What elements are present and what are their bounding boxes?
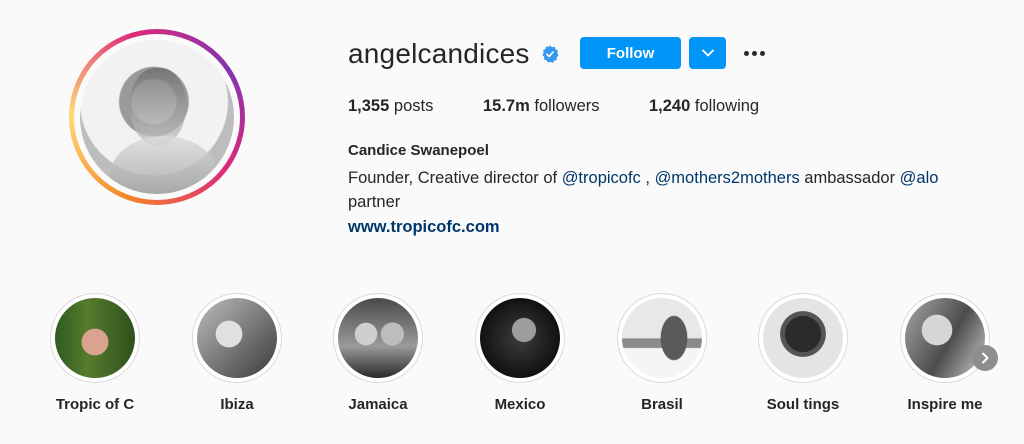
avatar-gap <box>74 34 240 200</box>
highlight-cover-image <box>905 298 985 378</box>
profile-full-name: Candice Swanepoel <box>348 142 489 159</box>
bio-text: Founder, Creative director of <box>348 169 562 187</box>
highlight-mexico[interactable]: Mexico <box>470 293 570 413</box>
profile-bio: Founder, Creative director of @tropicofc… <box>348 166 988 214</box>
highlight-cover-image <box>338 298 418 378</box>
following-count: 1,240 <box>649 97 691 115</box>
posts-stat: 1,355 posts <box>348 97 433 116</box>
highlight-cover-ring <box>50 293 140 383</box>
posts-label: posts <box>393 97 434 115</box>
highlight-cover-ring <box>192 293 282 383</box>
more-options-button[interactable] <box>739 41 769 65</box>
highlight-cover-ring <box>758 293 848 383</box>
highlight-cover-image <box>480 298 560 378</box>
followers-count: 15.7m <box>483 97 530 115</box>
posts-count: 1,355 <box>348 97 390 115</box>
highlight-ibiza[interactable]: Ibiza <box>187 293 287 413</box>
highlight-cover-ring <box>617 293 707 383</box>
highlight-cover-image <box>55 298 135 378</box>
highlight-label: Tropic of C <box>55 396 135 413</box>
profile-website-link[interactable]: www.tropicofc.com <box>348 218 500 237</box>
more-options-icon <box>743 50 749 56</box>
following-link[interactable]: 1,240 following <box>649 97 759 116</box>
mention-tropicofc[interactable]: @tropicofc <box>562 169 641 187</box>
more-options-icon-dot <box>751 50 757 56</box>
profile-username: angelcandices <box>348 38 530 69</box>
highlights-next-button[interactable] <box>972 345 998 371</box>
highlight-cover-image <box>763 298 843 378</box>
suggested-dropdown-button[interactable] <box>689 37 726 69</box>
highlight-cover-ring <box>900 293 990 383</box>
highlight-brasil[interactable]: Brasil <box>612 293 712 413</box>
highlight-label: Brasil <box>641 396 683 413</box>
mention-alo[interactable]: @alo <box>900 169 939 187</box>
verified-badge-icon <box>542 45 559 63</box>
bio-text: ambassador <box>799 169 900 187</box>
following-label: following <box>694 97 760 115</box>
highlight-label: Ibiza <box>220 396 254 413</box>
chevron-right-icon <box>982 352 989 364</box>
follow-button[interactable]: Follow <box>580 37 681 69</box>
highlight-label: Inspire me <box>907 396 983 413</box>
highlight-label: Mexico <box>494 396 546 413</box>
chevron-down-icon <box>701 49 714 57</box>
highlight-cover-ring <box>475 293 565 383</box>
mention-mothers2mothers[interactable]: @mothers2mothers <box>655 169 800 187</box>
profile-avatar[interactable] <box>69 29 245 205</box>
highlight-jamaica[interactable]: Jamaica <box>328 293 428 413</box>
highlight-label: Jamaica <box>348 396 408 413</box>
highlight-cover-ring <box>333 293 423 383</box>
highlight-soul-tings[interactable]: Soul tings <box>753 293 853 413</box>
highlight-label: Soul tings <box>766 396 840 413</box>
more-options-icon-dot <box>759 50 765 56</box>
followers-label: followers <box>534 97 600 115</box>
avatar-image <box>80 40 234 194</box>
highlight-cover-image <box>197 298 277 378</box>
highlight-tropic-of-c[interactable]: Tropic of C <box>45 293 145 413</box>
highlight-cover-image <box>622 298 702 378</box>
bio-text: partner <box>348 193 401 211</box>
bio-text: , <box>640 169 655 187</box>
followers-link[interactable]: 15.7m followers <box>483 97 600 116</box>
